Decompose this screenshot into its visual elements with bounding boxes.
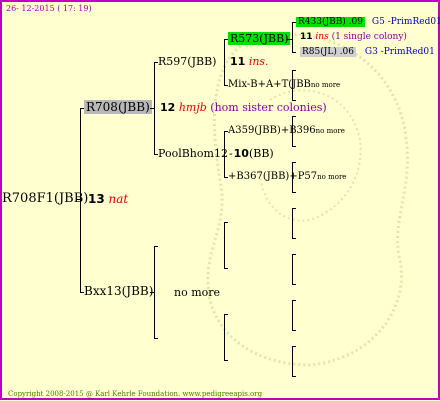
report-date: 26- 12-2015 ( 17: 19) bbox=[6, 4, 92, 13]
dam-bracket bbox=[154, 62, 155, 154]
damdam-label: R597(JBB) bbox=[158, 55, 217, 68]
damsire-num: 10 bbox=[233, 147, 249, 160]
dddd-node[interactable]: R433(JBB) .09 G5 -PrimRed01 bbox=[296, 16, 440, 29]
copyright-footer[interactable]: Copyright 2008-2015 @ Karl Kehrle Founda… bbox=[8, 388, 262, 401]
ddsire-bottom-tick bbox=[292, 100, 296, 101]
dddd-note: (1 single colony) bbox=[331, 32, 407, 42]
damdam-node[interactable]: R597(JBB) bbox=[158, 55, 216, 68]
dsd-bracket bbox=[292, 116, 293, 146]
damsire-suffix: (BB) bbox=[248, 147, 274, 160]
g4-bracket-3-bottom bbox=[292, 330, 296, 331]
dddd-generation: 11 ins (1 single colony) bbox=[300, 31, 407, 44]
dss-bracket bbox=[292, 162, 293, 192]
dddd-num: 11 bbox=[300, 32, 313, 42]
dddf-node[interactable]: R85(JL) .06 G3 -PrimRed01 bbox=[300, 46, 435, 59]
sire-sire-bracket bbox=[224, 314, 225, 360]
sire-sire-bottom-tick bbox=[224, 360, 228, 361]
g4-bracket-3-top bbox=[292, 300, 296, 301]
ddd-label: R573(JBB) bbox=[228, 32, 291, 45]
sire-node[interactable]: Bxx13(JBB) bbox=[84, 285, 153, 298]
dsd-suffix: no more bbox=[315, 127, 345, 135]
sire-bracket-connector bbox=[150, 292, 154, 293]
root-bracket bbox=[80, 108, 81, 292]
root-generation: 13 nat bbox=[88, 193, 128, 206]
ddd-bracket-connector bbox=[286, 39, 292, 40]
dddf-connector bbox=[292, 52, 296, 53]
dam-note: (hom sister colonies) bbox=[210, 101, 327, 114]
ddsire-top-tick bbox=[292, 70, 296, 71]
dss-top-tick bbox=[292, 162, 296, 163]
sire-dam-top-tick bbox=[224, 222, 228, 223]
damsire-bracket bbox=[224, 131, 225, 177]
g4-bracket-2-bottom bbox=[292, 284, 296, 285]
sire-bottom-tick bbox=[154, 338, 158, 339]
sire-label: Bxx13(JBB) bbox=[84, 284, 154, 298]
sire-top-tick bbox=[154, 246, 158, 247]
dsd-bottom-tick bbox=[292, 146, 296, 147]
damdam-num: 11 bbox=[230, 55, 246, 68]
dam-num: 12 bbox=[160, 101, 176, 114]
g4-bracket-4-top bbox=[292, 346, 296, 347]
ddsire-node[interactable]: Mix-B+A+T(JBBno more bbox=[228, 78, 340, 92]
root-connector bbox=[76, 199, 80, 200]
ddsire-suffix: no more bbox=[310, 81, 341, 89]
ddsire-label: Mix-B+A+T(JBB bbox=[228, 79, 311, 90]
ddd-node[interactable]: R573(JBB) bbox=[228, 32, 291, 45]
dddd-tag: ins bbox=[315, 32, 329, 42]
sire-dam-bottom-tick bbox=[224, 268, 228, 269]
dddf-label: R85(JL) .06 bbox=[300, 47, 357, 57]
dam-bracket-connector bbox=[150, 108, 154, 109]
dddd-extra: G5 -PrimRed01 bbox=[371, 17, 440, 27]
root-num: 13 bbox=[88, 192, 105, 206]
dss-label: +B367(JBB)+P57 bbox=[228, 171, 318, 182]
dss-bottom-tick bbox=[292, 192, 296, 193]
dddd-label: R433(JBB) .09 bbox=[296, 17, 365, 27]
g4-bracket-4-bottom bbox=[292, 376, 296, 377]
damdam-bracket bbox=[224, 39, 225, 85]
dam-tag: hmjb bbox=[178, 101, 207, 114]
damdam-generation: 11 ins. bbox=[230, 55, 269, 68]
g4-bracket-1 bbox=[292, 208, 293, 238]
dss-suffix: no more bbox=[317, 173, 347, 181]
sire-bracket bbox=[154, 246, 155, 338]
dam-generation: 12 hmjb (hom sister colonies) bbox=[160, 101, 327, 114]
damsire-label: PoolBhom12 bbox=[158, 147, 228, 160]
dsd-label: A359(JBB)+B396 bbox=[228, 125, 316, 136]
ddd-bracket bbox=[292, 22, 293, 52]
dddf-extra: G3 -PrimRed01 bbox=[364, 47, 435, 57]
sire-sire-top-tick bbox=[224, 314, 228, 315]
dss-node[interactable]: +B367(JBB)+P57no more bbox=[228, 170, 346, 184]
root-tag: nat bbox=[108, 192, 129, 206]
ddsire-bracket bbox=[292, 70, 293, 100]
dsd-top-tick bbox=[292, 116, 296, 117]
damdam-tag: ins. bbox=[248, 55, 269, 68]
g4-bracket-3 bbox=[292, 300, 293, 330]
damsire-node[interactable]: PoolBhom12-10(BB) bbox=[158, 147, 274, 160]
sire-dam-bracket bbox=[224, 222, 225, 268]
dam-label: R708(JBB) bbox=[84, 100, 152, 114]
g4-bracket-1-bottom bbox=[292, 238, 296, 239]
dam-node[interactable]: R708(JBB) bbox=[84, 100, 152, 114]
sire-note: no more bbox=[174, 286, 221, 299]
g4-bracket-4 bbox=[292, 346, 293, 376]
g4-bracket-2-top bbox=[292, 254, 296, 255]
g4-bracket-1-top bbox=[292, 208, 296, 209]
dsd-node[interactable]: A359(JBB)+B396no more bbox=[228, 124, 345, 138]
g4-bracket-2 bbox=[292, 254, 293, 284]
